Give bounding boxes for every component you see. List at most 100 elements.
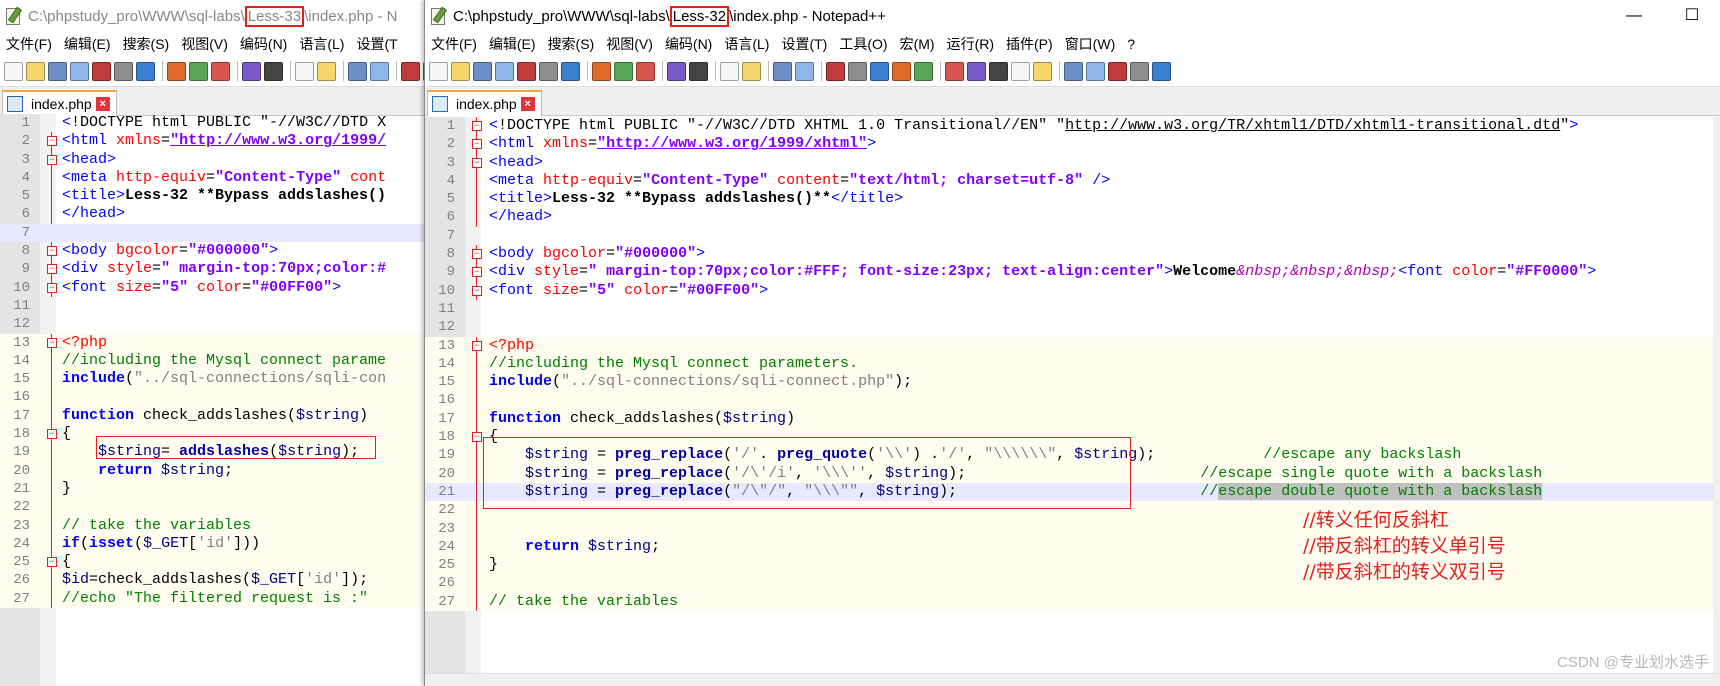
fold-toggle-icon[interactable]: − [47,264,57,275]
code-line[interactable]: 1 − <!DOCTYPE html PUBLIC "-//W3C//DTD XHT… [425,117,1720,136]
code-line[interactable]: 4 <meta http-equiv="Content-Type" cont [0,168,426,188]
code-line[interactable]: 21} [0,479,426,499]
menu-run[interactable]: 运行(R) [941,34,1000,54]
code-line[interactable]: 27 // take the variables [425,592,1720,612]
minimize-button[interactable]: — [1605,0,1663,32]
open-icon[interactable] [451,61,470,81]
left-menu-edit[interactable]: 编辑(E) [58,34,117,54]
code-line[interactable]: 8 − <body bgcolor="#000000"> [425,245,1720,264]
paste-icon[interactable] [636,61,655,81]
code-line[interactable]: 13 − <?php [425,336,1720,355]
left-menu-encoding[interactable]: 编码(N) [234,34,293,54]
undo-icon[interactable] [667,61,686,81]
right-title-bar[interactable]: C:\phpstudy_pro\WWW\sql-labs\ Less-32 \ind… [425,0,1720,32]
horizontal-scrollbar[interactable] [425,673,1720,686]
code-line[interactable]: 23 [425,519,1720,538]
code-line[interactable]: 6 </head> [425,208,1720,227]
close-all-icon[interactable] [539,61,558,81]
right-code-editor[interactable]: 1− <!DOCTYPE html PUBLIC "-//W3C//DTD XHT… [425,117,1720,686]
menu-window[interactable]: 窗口(W) [1059,34,1122,54]
fold-toggle-icon[interactable]: − [472,139,482,150]
code-line[interactable]: 27 //echo "The filtered request is :" [0,589,426,609]
code-line[interactable]: 13 − <?php [0,333,426,352]
left-menu-settings[interactable]: 设置(T [350,34,403,54]
fold-toggle-icon[interactable]: − [472,157,482,168]
code-line[interactable]: 6 </head> [0,205,426,224]
code-line[interactable]: 16 [425,391,1720,410]
code-line[interactable]: 17 function check_addslashes($string) [0,406,426,426]
code-line[interactable]: 1 <!DOCTYPE html PUBLIC "-//W3C//DTD X [0,114,426,132]
code-line[interactable]: 11 [0,297,426,315]
stop-icon[interactable] [1086,61,1105,81]
save-icon[interactable] [473,61,492,81]
close-all-icon[interactable] [114,61,133,81]
find-icon[interactable] [295,61,314,81]
left-menu-view[interactable]: 视图(V) [175,34,234,54]
menu-settings[interactable]: 设置(T) [775,34,833,54]
fold-toggle-icon[interactable]: − [47,429,57,440]
left-title-bar[interactable]: C:\phpstudy_pro\WWW\sql-labs\ Less-33 \ind… [0,0,426,32]
vertical-scrollbar[interactable] [1713,117,1720,686]
fold-toggle-icon[interactable]: − [472,121,482,131]
fold-toggle-icon[interactable]: − [472,432,482,443]
fold-toggle-icon[interactable]: − [47,246,57,257]
code-line[interactable]: 16 [0,388,426,407]
code-line[interactable]: 15 include("../sql-connections/sqli-con [0,370,426,389]
close-icon[interactable] [517,61,536,81]
left-tab-index-php[interactable]: index.php × [2,90,117,116]
monitor-icon[interactable] [1033,61,1052,81]
all-chars-icon[interactable] [892,61,911,81]
menu-edit[interactable]: 编辑(E) [483,34,542,54]
save-all-icon[interactable] [495,61,514,81]
save-icon[interactable] [48,61,67,81]
zoom-out-icon[interactable] [370,61,389,81]
doc-map-icon[interactable] [967,61,986,81]
record-icon[interactable] [1064,61,1083,81]
open-icon[interactable] [26,61,45,81]
code-line[interactable]: 2 − <html xmlns="http://www.w3.org/1999/ [0,132,426,151]
copy-icon[interactable] [614,61,633,81]
save-macro-icon[interactable] [1152,61,1171,81]
redo-icon[interactable] [264,61,283,81]
menu-tools[interactable]: 工具(O) [833,34,893,54]
code-line[interactable]: 26 [425,574,1720,593]
close-icon[interactable] [92,61,111,81]
code-line[interactable]: 11 [425,300,1720,318]
code-line[interactable]: 12 [0,315,426,333]
code-line[interactable]: 10 − <font size="5" color="#00FF00"> [0,278,426,297]
zoom-in-icon[interactable] [773,61,792,81]
sync-v-icon[interactable] [401,61,420,81]
menu-search[interactable]: 搜索(S) [542,34,601,54]
code-line[interactable]: 25} [425,556,1720,575]
menu-encoding[interactable]: 编码(N) [659,34,718,54]
code-line[interactable]: 8 − <body bgcolor="#000000"> [0,242,426,261]
code-line[interactable]: 2 − <html xmlns="http://www.w3.org/1999/xh… [425,135,1720,154]
menu-plugins[interactable]: 插件(P) [1000,34,1059,54]
left-menu-search[interactable]: 搜索(S) [117,34,176,54]
undo-icon[interactable] [242,61,261,81]
sync-h-icon[interactable] [848,61,867,81]
indent-guide-icon[interactable] [914,61,933,81]
paste-icon[interactable] [211,61,230,81]
fold-toggle-icon[interactable]: − [47,557,57,568]
zoom-in-icon[interactable] [348,61,367,81]
redo-icon[interactable] [689,61,708,81]
right-tab-index-php[interactable]: index.php × [427,90,542,116]
close-tab-icon[interactable]: × [520,97,535,111]
code-line[interactable]: 26 $id=check_addslashes($_GET['id']); [0,571,426,590]
fold-toggle-icon[interactable]: − [472,340,482,351]
code-line[interactable]: 15 include("../sql-connections/sqli-conne… [425,373,1720,392]
code-line[interactable]: 10 − <font size="5" color="#00FF00"> [425,281,1720,300]
replace-icon[interactable] [317,61,336,81]
new-icon[interactable] [429,61,448,81]
print-icon[interactable] [136,61,155,81]
zoom-out-icon[interactable] [795,61,814,81]
replace-icon[interactable] [742,61,761,81]
menu-view[interactable]: 视图(V) [600,34,659,54]
lang-icon[interactable] [945,61,964,81]
code-line[interactable]: 14 //including the Mysql connect paramete… [425,354,1720,374]
fold-toggle-icon[interactable]: − [472,267,482,278]
folder-icon[interactable] [1011,61,1030,81]
code-line[interactable]: 23 // take the variables [0,516,426,535]
maximize-button[interactable]: ☐ [1663,0,1720,32]
